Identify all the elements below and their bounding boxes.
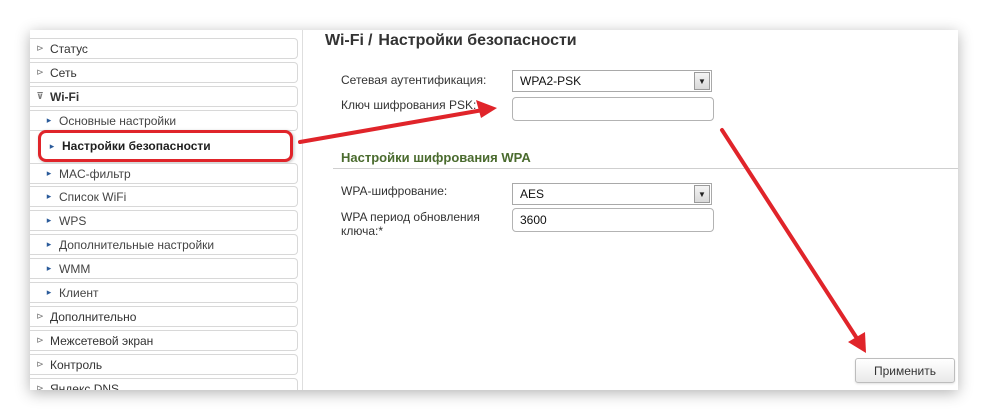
chevron-right-icon: ⊳ xyxy=(36,335,44,345)
page-title-text: Настройки безопасности xyxy=(378,32,577,49)
sidebar-item-security-settings[interactable]: ▸ Настройки безопасности xyxy=(38,130,293,162)
sidebar-item-label: Список WiFi xyxy=(59,189,127,204)
router-admin-window: ⊳ Статус ⊳ Сеть ⊽ Wi-Fi ▸ Основные настр… xyxy=(30,30,958,390)
psk-input[interactable] xyxy=(512,97,714,121)
sidebar-item-label: Wi-Fi xyxy=(50,89,80,104)
triangle-right-icon: ▸ xyxy=(46,191,52,201)
chevron-right-icon: ⊳ xyxy=(36,67,44,77)
apply-button[interactable]: Применить xyxy=(855,358,955,383)
auth-select[interactable]: WPA2-PSK ▼ xyxy=(512,70,712,92)
sidebar-item-advanced[interactable]: ⊳ Дополнительно xyxy=(30,306,298,327)
sidebar-item-label: WMM xyxy=(59,261,91,276)
sidebar-item-label: Настройки безопасности xyxy=(62,139,211,153)
wpa-cipher-select[interactable]: AES ▼ xyxy=(512,183,712,205)
triangle-right-icon: ▸ xyxy=(49,140,55,151)
chevron-down-icon[interactable]: ▼ xyxy=(694,185,710,203)
sidebar-item-client[interactable]: ▸ Клиент xyxy=(30,282,298,303)
triangle-right-icon: ▸ xyxy=(46,263,52,273)
sidebar-item-wps[interactable]: ▸ WPS xyxy=(30,210,298,231)
sidebar-item-label: Дополнительные настройки xyxy=(59,237,215,252)
wpa-period-label: WPA период обновления ключа:* xyxy=(341,210,480,238)
chevron-right-icon: ⊳ xyxy=(36,43,44,53)
sidebar-divider xyxy=(302,30,303,390)
sidebar-item-status[interactable]: ⊳ Статус xyxy=(30,38,298,59)
sidebar-item-advanced-settings[interactable]: ▸ Дополнительные настройки xyxy=(30,234,298,255)
sidebar-item-label: Межсетевой экран xyxy=(50,333,154,348)
main-content: Wi-Fi / Настройки безопасности Сетевая аут… xyxy=(325,30,958,390)
triangle-right-icon: ▸ xyxy=(46,239,52,249)
psk-label: Ключ шифрования PSK: xyxy=(341,98,477,112)
chevron-down-icon: ⊽ xyxy=(36,91,44,101)
wpa-cipher-select-value: AES xyxy=(520,187,545,201)
chevron-right-icon: ⊳ xyxy=(36,383,44,390)
sidebar-item-label: Яндекс.DNS xyxy=(50,381,120,391)
auth-label: Сетевая аутентификация: xyxy=(341,73,487,87)
wpa-period-label-line2: ключа:* xyxy=(341,224,384,238)
page-title: Wi-Fi / Настройки безопасности xyxy=(325,32,577,50)
auth-select-value: WPA2-PSK xyxy=(520,74,582,88)
triangle-right-icon: ▸ xyxy=(46,168,52,178)
wpa-section-title: Настройки шифрования WPA xyxy=(341,150,531,165)
breadcrumb-separator: / xyxy=(367,32,373,49)
sidebar-item-label: Клиент xyxy=(59,285,99,300)
breadcrumb-root: Wi-Fi xyxy=(325,32,364,49)
sidebar-item-control[interactable]: ⊳ Контроль xyxy=(30,354,298,375)
sidebar-item-label: Сеть xyxy=(50,65,77,80)
sidebar-item-label: Контроль xyxy=(50,357,103,372)
triangle-right-icon: ▸ xyxy=(46,287,52,297)
chevron-right-icon: ⊳ xyxy=(36,359,44,369)
wpa-period-label-line1: WPA период обновления xyxy=(341,210,480,224)
triangle-right-icon: ▸ xyxy=(46,215,52,225)
wpa-period-input[interactable]: 3600 xyxy=(512,208,714,232)
sidebar-item-label: Основные настройки xyxy=(59,113,177,128)
screenshot-stage: ⊳ Статус ⊳ Сеть ⊽ Wi-Fi ▸ Основные настр… xyxy=(0,0,990,418)
chevron-down-icon[interactable]: ▼ xyxy=(694,72,710,90)
wpa-cipher-label: WPA-шифрование: xyxy=(341,184,448,198)
section-divider xyxy=(333,168,958,169)
sidebar-item-label: WPS xyxy=(59,213,87,228)
chevron-right-icon: ⊳ xyxy=(36,311,44,321)
sidebar-menu: ⊳ Статус ⊳ Сеть ⊽ Wi-Fi ▸ Основные настр… xyxy=(30,36,300,390)
sidebar-item-firewall[interactable]: ⊳ Межсетевой экран xyxy=(30,330,298,351)
sidebar-item-label: Статус xyxy=(50,41,88,56)
sidebar-item-wifi[interactable]: ⊽ Wi-Fi xyxy=(30,86,298,107)
sidebar-item-label: Дополнительно xyxy=(50,309,137,324)
triangle-right-icon: ▸ xyxy=(46,115,52,125)
sidebar-item-network[interactable]: ⊳ Сеть xyxy=(30,62,298,83)
sidebar-item-basic-settings[interactable]: ▸ Основные настройки xyxy=(30,110,298,131)
sidebar-item-yandex-dns[interactable]: ⊳ Яндекс.DNS xyxy=(30,378,298,390)
sidebar-item-mac-filter[interactable]: ▸ MAC-фильтр xyxy=(30,163,298,184)
sidebar-item-label: MAC-фильтр xyxy=(59,166,131,181)
sidebar-item-wmm[interactable]: ▸ WMM xyxy=(30,258,298,279)
sidebar-item-wifi-list[interactable]: ▸ Список WiFi xyxy=(30,186,298,207)
